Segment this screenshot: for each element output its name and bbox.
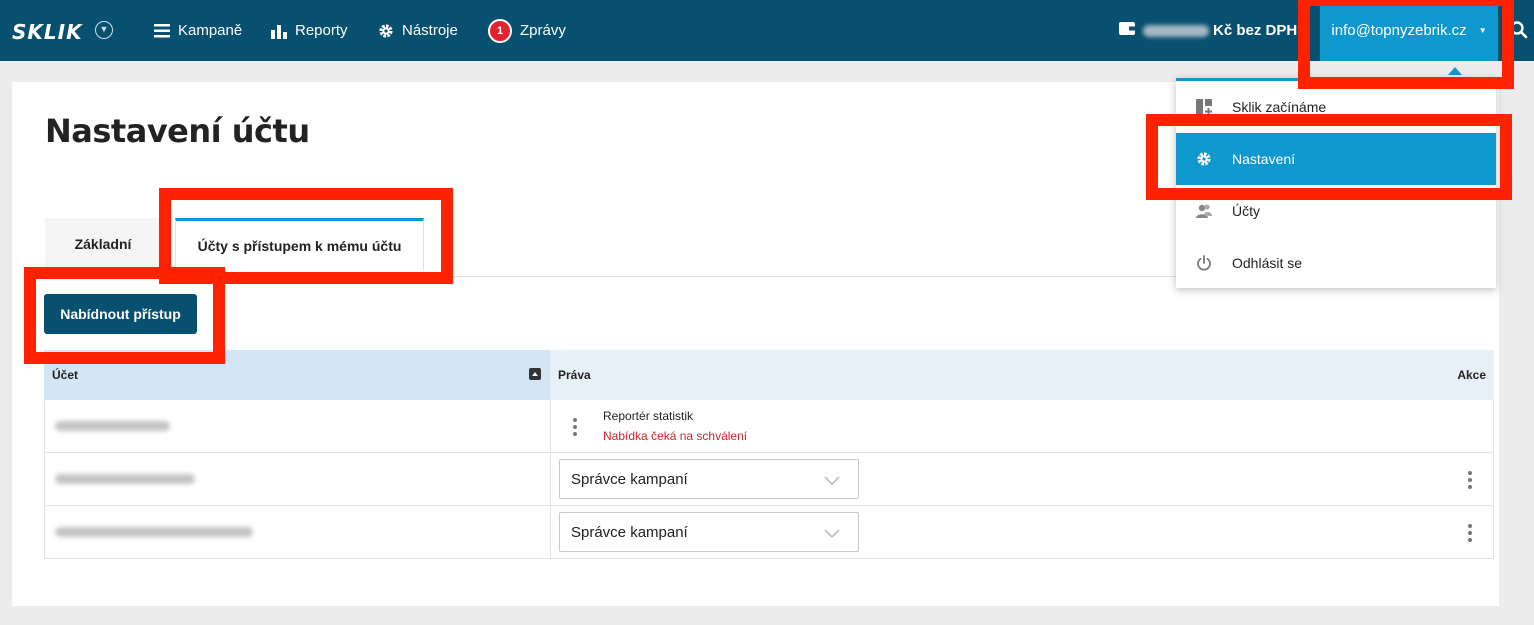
nav-reports[interactable]: Reporty: [271, 0, 348, 61]
chevron-down-icon[interactable]: ▼: [95, 21, 113, 39]
credit-amount: [1143, 24, 1209, 37]
chevron-down-icon: [824, 526, 840, 543]
wallet-icon: [1119, 22, 1135, 39]
pending-status: Nabídka čeká na schválení: [603, 429, 748, 443]
column-account-label: Účet: [52, 368, 79, 382]
rights-select[interactable]: Správce kampaní: [559, 512, 859, 552]
column-rights-label: Práva: [558, 368, 591, 382]
notification-badge: 1: [488, 18, 512, 43]
page-title: Nastavení účtu: [45, 112, 310, 150]
rights-select-value: Správce kampaní: [571, 470, 688, 488]
table-row: Správce kampaní: [44, 506, 1494, 559]
rights-select[interactable]: Správce kampaní: [559, 459, 859, 499]
rights-select-value: Správce kampaní: [571, 523, 688, 541]
more-vertical-icon[interactable]: [573, 418, 577, 436]
highlight-user-menu: [1298, 0, 1514, 89]
account-email-redacted: [55, 527, 253, 537]
account-email-redacted: [55, 421, 170, 431]
chevron-down-icon: [824, 473, 840, 490]
menu-item-label: Účty: [1232, 203, 1260, 219]
credit-currency: Kč bez DPH: [1213, 22, 1298, 39]
column-divider: [550, 453, 551, 505]
column-actions-label: Akce: [1457, 368, 1486, 382]
more-vertical-icon[interactable]: [1468, 471, 1472, 489]
column-divider: [550, 506, 551, 558]
credit-display: Kč bez DPH: [1119, 0, 1297, 61]
nav-campaigns-label: Kampaně: [178, 22, 243, 39]
table-row: Správce kampaní: [44, 453, 1494, 506]
table-row: Reportér statistik Nabídka čeká na schvá…: [44, 400, 1494, 453]
highlight-settings: [1146, 114, 1512, 200]
menu-item-logout[interactable]: Odhlásit se: [1176, 237, 1496, 289]
dashboard-icon: [1176, 99, 1232, 115]
gear-icon: [378, 23, 394, 39]
nav-messages[interactable]: 1 Zprávy: [488, 0, 566, 61]
table-header: Účet Práva Akce: [44, 350, 1494, 400]
menu-item-label: Sklik začínáme: [1232, 99, 1327, 115]
column-divider: [550, 400, 551, 452]
highlight-offer-access: [24, 267, 225, 364]
nav-tools-label: Nástroje: [402, 22, 458, 39]
menu-item-label: Odhlásit se: [1232, 255, 1303, 271]
account-email-redacted: [55, 474, 195, 484]
nav-messages-label: Zprávy: [520, 22, 566, 39]
users-icon: [1176, 203, 1232, 219]
power-icon: [1176, 255, 1232, 271]
sklik-logo[interactable]: SKLIK: [12, 20, 83, 44]
tab-basic[interactable]: Základní: [45, 218, 161, 270]
menu-icon: [154, 23, 170, 38]
sort-ascending-icon[interactable]: [529, 368, 541, 380]
more-vertical-icon[interactable]: [1468, 524, 1472, 542]
nav-reports-label: Reporty: [295, 22, 348, 39]
bar-chart-icon: [271, 23, 287, 39]
nav-tools[interactable]: Nástroje: [378, 0, 458, 61]
rights-label: Reportér statistik: [603, 409, 694, 423]
nav-campaigns[interactable]: Kampaně: [154, 0, 242, 61]
